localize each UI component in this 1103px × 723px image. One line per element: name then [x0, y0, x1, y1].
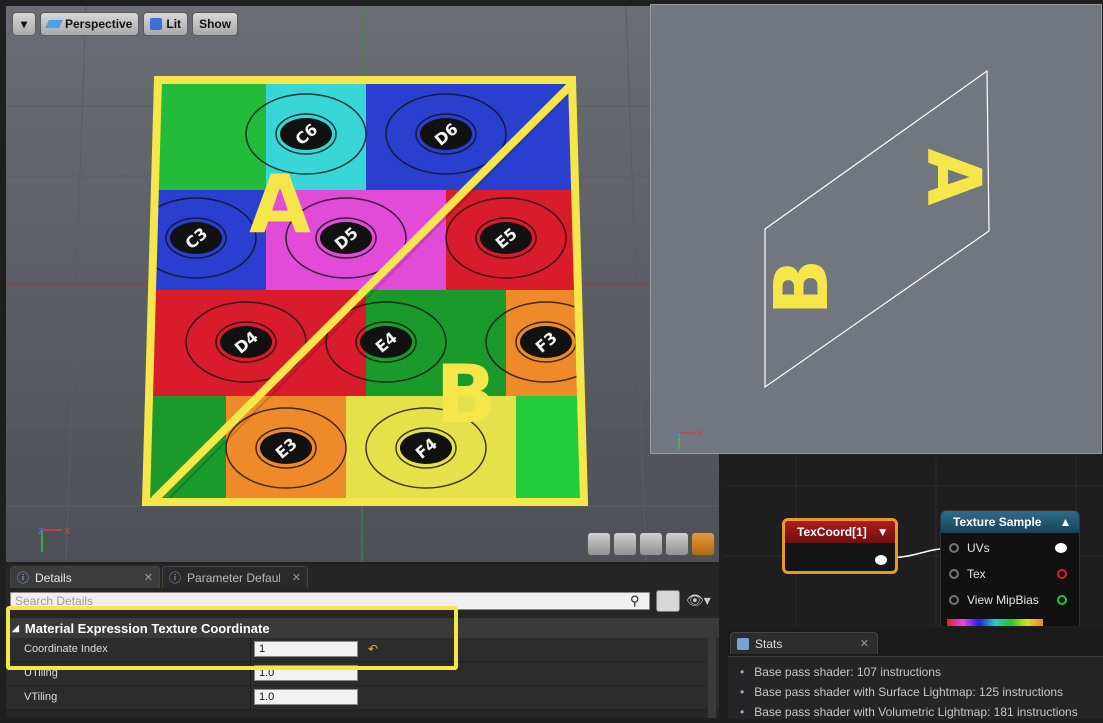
stats-tab-label: Stats	[755, 636, 783, 651]
texcoord-node-header: TexCoord[1] ▼	[785, 521, 895, 543]
close-icon[interactable]: ✕	[144, 571, 153, 584]
tab-parameter-defaults[interactable]: ⓘ Parameter Defaults ✕	[162, 566, 308, 588]
texcoord-node-title: TexCoord[1]	[797, 525, 867, 539]
sphere-preview-icon[interactable]	[613, 532, 637, 556]
show-button[interactable]: Show	[192, 12, 239, 36]
highlight-box	[6, 606, 458, 670]
viewport-scene: C6 D6 C3 D5 E5 D4 E4 F3 E3 F4 A B z x	[6, 6, 719, 562]
property-row-vtiling: VTiling 1.0	[6, 686, 719, 710]
search-icon[interactable]: ⚲	[630, 593, 640, 609]
uvs-pin-label: UVs	[967, 541, 990, 555]
plane-wireframe	[764, 69, 990, 389]
input-pin-icon[interactable]	[949, 595, 959, 605]
show-label: Show	[199, 17, 232, 31]
info-icon: ⓘ	[17, 571, 30, 585]
camera-perspective-icon	[45, 20, 63, 28]
collapse-arrow-icon[interactable]: ▲	[1059, 515, 1071, 529]
cylinder-preview-icon[interactable]	[587, 532, 611, 556]
stats-icon	[737, 637, 749, 650]
texcoord-node[interactable]: TexCoord[1] ▼	[782, 518, 898, 574]
preview-label-a: A	[910, 148, 996, 205]
perspective-button[interactable]: Perspective	[40, 12, 140, 36]
vtiling-field[interactable]: 1.0	[254, 689, 358, 705]
input-pin-icon[interactable]	[949, 569, 959, 579]
texture-thumbnail	[947, 619, 1043, 626]
r-output-pin[interactable]	[1057, 569, 1067, 579]
collapse-arrow-icon[interactable]: ▼	[877, 525, 889, 539]
tex-pin-row[interactable]: Tex	[949, 567, 986, 581]
stat-line: Base pass shader: 107 instructions	[728, 657, 1103, 683]
preview-label-b: B	[759, 259, 845, 315]
cube-icon	[150, 18, 163, 30]
viewport-toolbar: ▾ Perspective Lit Show	[12, 12, 239, 38]
mipbias-pin-label: View MipBias	[967, 593, 1039, 607]
texture-sample-node-title: Texture Sample	[953, 515, 1042, 529]
preview-scene: A B z x	[675, 69, 996, 449]
details-scrollbar[interactable]	[708, 618, 716, 718]
tab-details[interactable]: ⓘ Details ✕	[10, 566, 160, 588]
material-graph[interactable]: TexCoord[1] ▼ Texture Sample ▲ UVs Tex V…	[726, 458, 1103, 626]
label-b: B	[436, 348, 497, 441]
teapot-preview-icon[interactable]	[691, 532, 715, 556]
mipbias-pin-row[interactable]: View MipBias	[949, 593, 1039, 607]
property-name: VTiling	[24, 691, 58, 703]
texcoord-output-pin[interactable]	[875, 555, 887, 565]
preview-axis-gizmo: z x	[675, 428, 703, 449]
axis-z-label: z	[38, 524, 44, 537]
eye-icon[interactable]: 👁▾	[686, 592, 711, 609]
lit-label: Lit	[166, 17, 182, 31]
preview-axis-z-label: z	[675, 429, 680, 440]
uvs-pin-row[interactable]: UVs	[949, 541, 990, 555]
axis-x-label: x	[64, 524, 71, 537]
tex-pin-label: Tex	[967, 567, 986, 581]
cube-preview-icon[interactable]	[665, 532, 689, 556]
perspective-viewport[interactable]: C6 D6 C3 D5 E5 D4 E4 F3 E3 F4 A B z x ▾ …	[6, 6, 719, 562]
preview-viewport[interactable]: A B z x	[650, 4, 1102, 454]
stat-line: Base pass shader with Volumetric Lightma…	[728, 703, 1103, 723]
perspective-label: Perspective	[65, 17, 133, 31]
textured-plane: C6 D6 C3 D5 E5 D4 E4 F3 E3 F4	[146, 80, 584, 502]
details-tab-label: Details	[35, 570, 72, 585]
tab-stats[interactable]: Stats ✕	[730, 632, 878, 654]
preview-axis-x-label: x	[697, 428, 703, 439]
details-tab-bar: ⓘ Details ✕ ⓘ Parameter Defaults ✕	[10, 566, 308, 588]
chevron-down-icon: ▾	[20, 17, 28, 31]
texture-sample-node-header: Texture Sample ▲	[941, 511, 1079, 533]
info-icon: ⓘ	[169, 571, 182, 585]
stats-panel: Stats ✕ Base pass shader: 107 instructio…	[728, 628, 1103, 719]
g-output-pin[interactable]	[1057, 595, 1067, 605]
list-view-icon[interactable]	[656, 590, 680, 612]
viewport-options-button[interactable]: ▾	[12, 12, 36, 36]
rgb-output-pin[interactable]	[1055, 543, 1067, 553]
stat-line: Base pass shader with Surface Lightmap: …	[728, 683, 1103, 703]
preview-mesh-toolbar	[587, 532, 715, 556]
label-a: A	[249, 158, 311, 251]
close-icon[interactable]: ✕	[292, 571, 301, 584]
texture-sample-node[interactable]: Texture Sample ▲ UVs Tex View MipBias	[940, 510, 1080, 626]
close-icon[interactable]: ✕	[860, 637, 869, 650]
lit-button[interactable]: Lit	[143, 12, 189, 36]
stats-list: Base pass shader: 107 instructions Base …	[728, 656, 1103, 719]
column-divider	[250, 686, 251, 710]
parameter-defaults-tab-label: Parameter Defaults	[187, 570, 280, 585]
input-pin-icon[interactable]	[949, 543, 959, 553]
plane-preview-icon[interactable]	[639, 532, 663, 556]
